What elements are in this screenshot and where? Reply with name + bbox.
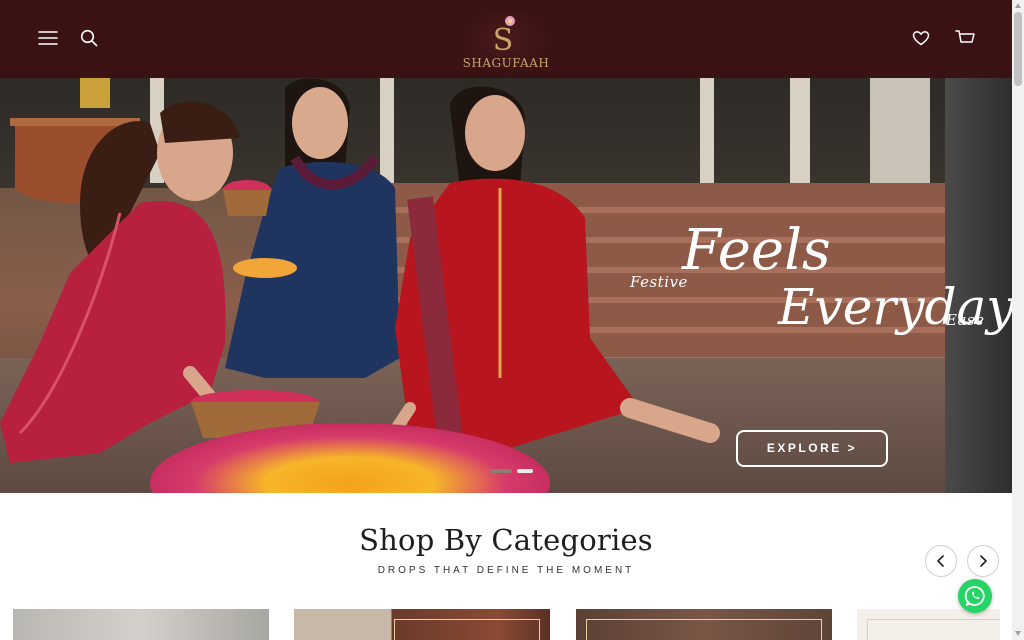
- model-figure: [390, 86, 720, 448]
- brand-logo[interactable]: S SHAGUFAAH: [455, 4, 557, 76]
- explore-button[interactable]: EXPLORE >: [736, 430, 888, 467]
- menu-icon[interactable]: [37, 27, 59, 49]
- heart-icon[interactable]: [910, 27, 932, 49]
- whatsapp-icon: [964, 586, 985, 606]
- site-header: S SHAGUFAAH: [0, 0, 1012, 78]
- logo-mark-icon: S: [493, 16, 515, 54]
- svg-text:S: S: [493, 23, 514, 54]
- flower-basket: [223, 180, 271, 216]
- carousel-prev-button[interactable]: [925, 545, 957, 577]
- chevron-left-icon: [937, 555, 944, 567]
- section-title: Shop By Categories: [359, 523, 653, 557]
- category-card[interactable]: [13, 609, 269, 640]
- hero-pillar: [870, 78, 930, 183]
- hero-banner[interactable]: Festive Feels Everyday Ease EXPLORE >: [0, 78, 1012, 493]
- slider-dot-active[interactable]: [517, 469, 533, 473]
- hero-pillar: [790, 78, 810, 183]
- scroll-up-icon[interactable]: [1015, 3, 1021, 8]
- chevron-right-icon: [980, 555, 987, 567]
- category-card[interactable]: [294, 609, 550, 640]
- whatsapp-chat-button[interactable]: [958, 579, 992, 613]
- slider-dot[interactable]: [490, 469, 512, 473]
- model-figure: [225, 78, 400, 378]
- brand-name: SHAGUFAAH: [462, 56, 550, 70]
- search-icon[interactable]: [78, 27, 100, 49]
- scrollbar-thumb[interactable]: [1014, 12, 1022, 86]
- carousel-next-button[interactable]: [967, 545, 999, 577]
- tagline-ease: Ease: [946, 311, 985, 329]
- section-subtitle: DROPS THAT DEFINE THE MOMENT: [377, 565, 635, 576]
- category-card[interactable]: [576, 609, 832, 640]
- scroll-down-icon[interactable]: [1015, 631, 1021, 636]
- card-frame: [586, 619, 822, 640]
- tagline-festive: Festive: [630, 273, 688, 291]
- card-frame: [394, 619, 540, 640]
- card-frame: [867, 619, 1000, 640]
- tagline-feels: Feels: [682, 218, 831, 283]
- page-scrollbar[interactable]: [1012, 0, 1024, 640]
- category-card[interactable]: [857, 609, 1000, 640]
- cart-icon[interactable]: [954, 27, 976, 49]
